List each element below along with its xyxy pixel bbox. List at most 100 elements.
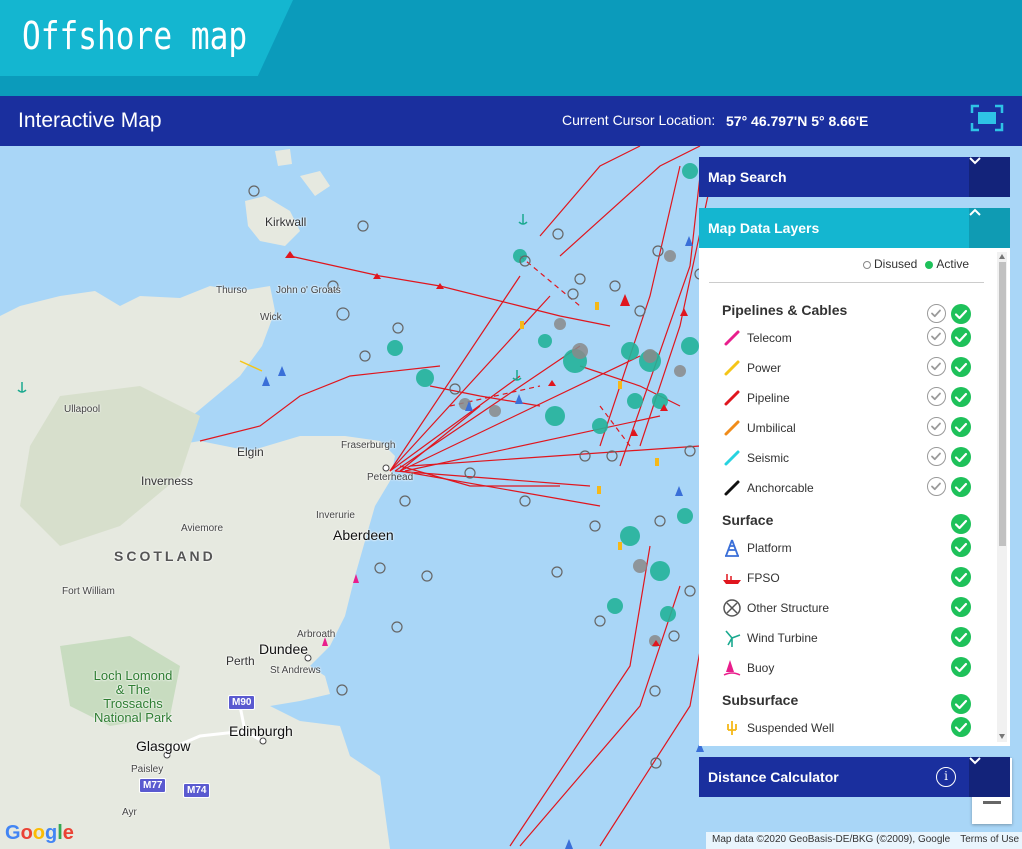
place-edinburgh: Edinburgh [229, 723, 293, 739]
check-icon [954, 362, 968, 373]
check-icon [954, 572, 968, 583]
layer-label: Other Structure [747, 601, 830, 615]
orkney-islands [245, 149, 330, 246]
place-arbroath: Arbroath [297, 629, 336, 640]
page-title: Interactive Map [18, 109, 162, 132]
toggle-active-platform[interactable] [951, 537, 971, 557]
toggle-disused-telecom[interactable] [927, 327, 946, 346]
place-kirkwall: Kirkwall [265, 215, 307, 229]
place-thurso: Thurso [216, 285, 248, 296]
toggle-active-power[interactable] [951, 357, 971, 377]
map-search-header[interactable]: Map Search [699, 157, 1010, 197]
distance-calculator-panel: Distance Calculator i [699, 757, 1010, 797]
toggle-active-umbilical[interactable] [951, 417, 971, 437]
cursor-location-label: Current Cursor Location: [562, 112, 716, 128]
check-icon [931, 362, 941, 371]
check-icon [954, 332, 968, 343]
scroll-down-arrow-icon[interactable] [999, 734, 1005, 739]
toggle-disused-umbilical[interactable] [927, 417, 946, 436]
layer-pipeline: Pipeline [699, 382, 995, 412]
umbilical-line-icon [724, 420, 740, 436]
map-data-layers-toggle[interactable] [969, 208, 1010, 248]
check-icon [954, 699, 968, 710]
toggle-active-buoy[interactable] [951, 657, 971, 677]
place-fort-william: Fort William [62, 586, 115, 597]
place-st-andrews: St Andrews [270, 665, 321, 676]
place-elgin: Elgin [237, 445, 264, 459]
legend-disused-label: Disused [874, 257, 918, 271]
power-line-icon [724, 360, 740, 376]
toggle-active-telecom[interactable] [951, 327, 971, 347]
fullscreen-icon [970, 104, 1004, 132]
legend-divider [709, 282, 984, 283]
section-title: Surface [722, 512, 774, 528]
layer-anchorcable: Anchorcable [699, 472, 995, 502]
toggle-active-seismic[interactable] [951, 447, 971, 467]
check-icon [931, 309, 941, 318]
status-legend: Disused Active [863, 257, 969, 271]
layer-label: Pipeline [747, 391, 790, 405]
section-subsurface: Subsurface [699, 682, 995, 714]
check-icon [931, 422, 941, 431]
toggle-active-suspended-well[interactable] [951, 717, 971, 737]
fpso-icon [723, 574, 741, 584]
map-canvas[interactable]: Kirkwall Thurso John o' Groats Wick Ulla… [0, 146, 1022, 849]
layer-buoy: Buoy [699, 652, 995, 682]
layer-label: Umbilical [747, 421, 796, 435]
layer-suspended-well: Suspended Well [699, 712, 995, 742]
toggle-active-subsurface[interactable] [951, 694, 971, 714]
telecom-line-icon [724, 330, 740, 346]
toggle-active-surface[interactable] [951, 514, 971, 534]
toggle-disused-seismic[interactable] [927, 447, 946, 466]
site-brand-title[interactable]: Offshore map [22, 14, 247, 58]
toggle-disused-power[interactable] [927, 357, 946, 376]
place-glasgow: Glasgow [136, 738, 191, 754]
anchorcable-line-icon [724, 480, 740, 496]
check-icon [931, 332, 941, 341]
toggle-active-wind-turbine[interactable] [951, 627, 971, 647]
check-icon [931, 452, 941, 461]
map-data-layers-header[interactable]: Map Data Layers [699, 208, 1010, 248]
check-icon [954, 309, 968, 320]
check-icon [954, 542, 968, 553]
section-title: Pipelines & Cables [722, 302, 848, 318]
buoy-icon [723, 660, 741, 676]
legend-active: Active [925, 257, 969, 271]
other-structure-icon [723, 599, 741, 617]
toggle-active-anchorcable[interactable] [951, 477, 971, 497]
map-search-toggle[interactable] [969, 157, 1010, 197]
suspended-well-icon [727, 721, 737, 735]
layers-scrollbar-thumb[interactable] [999, 262, 1006, 546]
google-logo[interactable]: Google [5, 822, 74, 845]
toggle-active-pipeline[interactable] [951, 387, 971, 407]
toggle-active-pipelines[interactable] [951, 304, 971, 324]
toggle-disused-pipelines[interactable] [927, 304, 946, 323]
toggle-active-other-structure[interactable] [951, 597, 971, 617]
zoom-out-button[interactable] [983, 801, 1001, 804]
toggle-disused-pipeline[interactable] [927, 387, 946, 406]
place-inverurie: Inverurie [316, 510, 355, 521]
distance-calculator-toggle[interactable] [969, 757, 1010, 797]
layer-label: Platform [747, 541, 792, 555]
map-data-credit: Map data ©2020 GeoBasis-DE/BKG (©2009), … [712, 834, 951, 845]
layer-label: Buoy [747, 661, 775, 675]
map-attribution: Map data ©2020 GeoBasis-DE/BKG (©2009), … [706, 832, 1022, 849]
road-shield-m90: M90 [228, 695, 256, 710]
layer-power: Power [699, 352, 995, 382]
chevron-down-icon [969, 757, 981, 765]
info-icon[interactable]: i [936, 767, 956, 787]
toggle-disused-anchorcable[interactable] [927, 477, 946, 496]
check-icon [954, 422, 968, 433]
section-pipelines-cables: Pipelines & Cables [699, 292, 995, 324]
pipeline-line-icon [724, 390, 740, 406]
layers-list-body[interactable]: Disused Active Pipelines & Cables Teleco… [699, 248, 1010, 746]
layer-label: Power [747, 361, 782, 375]
seismic-line-icon [724, 450, 740, 466]
terms-of-use-link[interactable]: Terms of Use [960, 834, 1019, 845]
check-icon [954, 662, 968, 673]
toggle-active-fpso[interactable] [951, 567, 971, 587]
scroll-up-arrow-icon[interactable] [999, 254, 1005, 259]
distance-calculator-header[interactable]: Distance Calculator i [699, 757, 1010, 797]
check-icon [931, 392, 941, 401]
fullscreen-button[interactable] [970, 104, 1004, 132]
